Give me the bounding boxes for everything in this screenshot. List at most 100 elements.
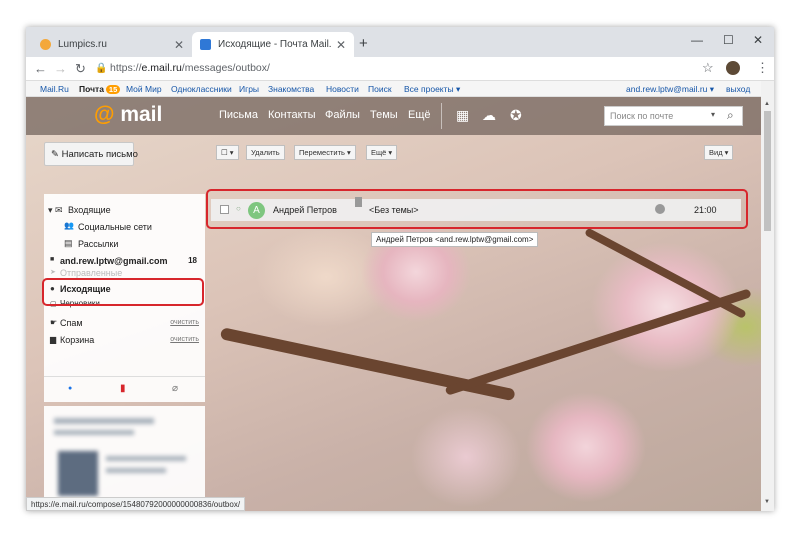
mailru-favicon-icon (200, 39, 211, 50)
minimize-button[interactable]: — (691, 33, 703, 47)
more-button[interactable]: Ещё ▾ (366, 145, 398, 160)
maximize-button[interactable]: ☐ (723, 33, 734, 47)
blurred-image (58, 451, 98, 496)
tab-mail-outbox[interactable]: Исходящие - Почта Mail.Ru ✕ (192, 32, 354, 57)
portal-link-moymir[interactable]: Мой Мир (126, 84, 162, 94)
lock-icon[interactable]: 🔒 (95, 63, 107, 74)
portal-link-pochta[interactable]: Почта 15 (79, 84, 121, 94)
browser-window: Lumpics.ru ✕ Исходящие - Почта Mail.Ru ✕… (26, 27, 774, 511)
portal-link-mailru[interactable]: Mail.Ru (40, 84, 69, 94)
logout-link[interactable]: выход (726, 84, 750, 94)
tab-bar: Lumpics.ru ✕ Исходящие - Почта Mail.Ru ✕… (26, 27, 774, 57)
folder-label: and.rew.lptw@gmail.com (60, 256, 168, 266)
folder-label: Спам (60, 318, 83, 328)
browser-menu-icon[interactable]: ⋮ (756, 60, 769, 76)
nav-files[interactable]: Файлы (325, 109, 360, 121)
spam-icon: ☛ (50, 318, 58, 327)
move-button[interactable]: Переместить ▾ (294, 145, 356, 160)
folder-trash[interactable]: ▆ Корзина очистить (44, 332, 205, 349)
folder-sent[interactable]: ➤ Отправленные (44, 267, 205, 278)
url-field[interactable]: https://e.mail.ru/messages/outbox/ (110, 62, 270, 74)
background-branch (219, 327, 516, 402)
logo-text: mail (120, 103, 163, 126)
sidebar-filters: ● ▮ ⌀ (44, 376, 205, 402)
flagged-filter-icon[interactable]: ▮ (120, 383, 126, 394)
tab-title: Lumpics.ru (58, 39, 107, 50)
background-branch (444, 288, 752, 396)
view-button[interactable]: Вид ▾ (704, 145, 734, 160)
folder-inbox[interactable]: ▾ ✉ Входящие (44, 202, 205, 219)
portal-link-news[interactable]: Новости (326, 84, 359, 94)
folder-label: Рассылки (78, 239, 119, 249)
portal-link-search[interactable]: Поиск (368, 84, 392, 94)
lumpics-favicon-icon (40, 39, 51, 50)
select-all-checkbox[interactable]: ☐ ▾ (216, 145, 239, 160)
nav-contacts[interactable]: Контакты (268, 109, 316, 121)
blurred-text (54, 418, 154, 424)
portal-link-dating[interactable]: Знакомства (268, 84, 314, 94)
logo-at-icon: @ (94, 103, 115, 126)
vertical-scrollbar[interactable]: ▲ ▼ (761, 81, 774, 511)
nav-themes[interactable]: Темы (370, 109, 398, 121)
mail-logo[interactable]: @ mail (94, 103, 162, 127)
back-icon[interactable]: ← (34, 61, 47, 76)
mail-header: @ mail Письма Контакты Файлы Темы Ещё ▦ … (26, 97, 761, 135)
close-tab-icon[interactable]: ✕ (336, 38, 346, 52)
extension-icon[interactable] (726, 61, 740, 75)
clear-spam-link[interactable]: очистить (170, 319, 199, 326)
nav-letters[interactable]: Письма (219, 109, 258, 121)
compose-button[interactable]: ✎ Написать письмо (44, 142, 138, 166)
blurred-text (106, 456, 186, 461)
reload-icon[interactable]: ↻ (75, 61, 86, 77)
scrollbar-thumb[interactable] (764, 111, 771, 231)
games-icon[interactable]: ✪ (510, 107, 522, 124)
folder-label: Отправленные (60, 268, 123, 278)
url-path: /messages/outbox/ (181, 62, 270, 74)
scroll-down-icon[interactable]: ▼ (764, 499, 770, 505)
portal-link-all-projects[interactable]: Все проекты ▾ (404, 84, 460, 95)
unread-filter-icon[interactable]: ● (68, 385, 72, 392)
ad-block (44, 406, 205, 511)
blurred-text (106, 468, 166, 473)
search-dropdown-icon[interactable]: ▾ (711, 110, 715, 119)
sent-icon: ➤ (50, 269, 56, 276)
nav-more[interactable]: Ещё (408, 109, 431, 121)
folder-label: Входящие (68, 205, 111, 215)
sender-tooltip: Андрей Петров <and.rew.lptw@gmail.com> (371, 232, 539, 247)
portal-bar: Mail.Ru Почта 15 Мой Мир Одноклассники Иг… (26, 81, 774, 97)
newsletter-icon: ▤ (64, 238, 73, 248)
folder-newsletters[interactable]: ▤ Рассылки (44, 236, 205, 253)
search-placeholder: Поиск по почте (610, 111, 674, 121)
compose-label: Написать письмо (61, 149, 138, 160)
calendar-icon[interactable]: ▦ (456, 107, 469, 124)
highlight-outbox (42, 278, 204, 306)
cloud-icon[interactable]: ☁ (482, 107, 496, 124)
people-icon: 👥 (64, 221, 74, 230)
compose-icon: ✎ (51, 149, 59, 160)
portal-link-games[interactable]: Игры (239, 84, 259, 94)
mail-main: @ mail Письма Контакты Файлы Темы Ещё ▦ … (26, 97, 761, 511)
clear-trash-link[interactable]: очистить (170, 336, 199, 343)
new-tab-button[interactable]: + (359, 35, 368, 52)
search-input[interactable]: Поиск по почте ▾ ⌕ (604, 106, 743, 126)
close-window-button[interactable]: ✕ (753, 33, 763, 47)
trash-icon: ▆ (50, 335, 57, 344)
folder-spam[interactable]: ☛ Спам очистить (44, 315, 205, 332)
delete-button[interactable]: Удалить (246, 145, 285, 160)
unread-count: 18 (188, 256, 197, 265)
account-menu[interactable]: and.rew.lptw@mail.ru ▾ (626, 84, 714, 95)
attachment-filter-icon[interactable]: ⌀ (172, 383, 178, 394)
folder-social[interactable]: 👥 Социальные сети (44, 219, 205, 236)
forward-icon[interactable]: → (54, 61, 67, 76)
search-icon[interactable]: ⌕ (727, 108, 734, 123)
unread-badge: 15 (105, 85, 121, 94)
folder-label: Социальные сети (78, 222, 152, 232)
status-bar: https://e.mail.ru/compose/15480792000000… (26, 497, 246, 511)
portal-link-ok[interactable]: Одноклассники (171, 84, 232, 94)
close-tab-icon[interactable]: ✕ (174, 38, 184, 52)
tab-lumpics[interactable]: Lumpics.ru ✕ (32, 32, 192, 57)
bookmark-star-icon[interactable]: ☆ (702, 60, 714, 76)
portal-link-pochta-label: Почта (79, 84, 104, 94)
scroll-up-icon[interactable]: ▲ (764, 101, 770, 107)
header-divider (441, 103, 442, 129)
